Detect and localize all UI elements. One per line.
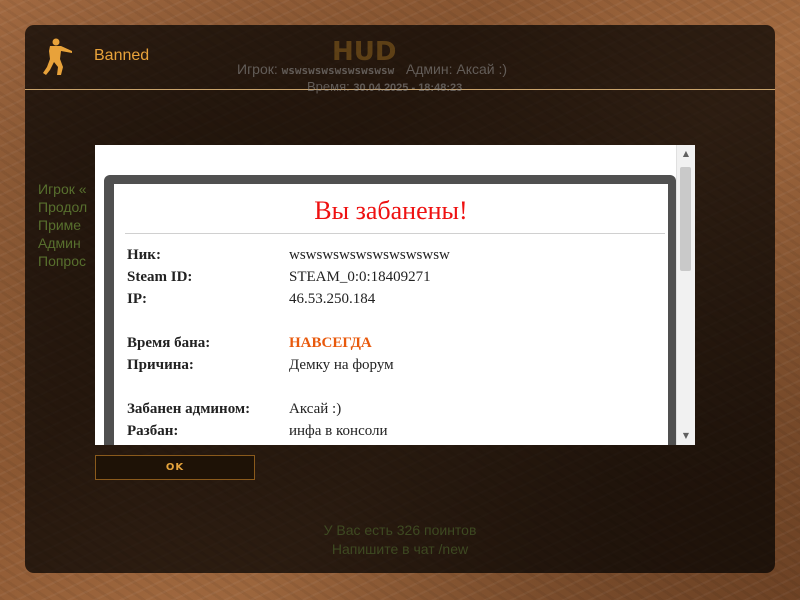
points-line: У Вас есть 326 поинтов: [323, 522, 477, 538]
ok-button[interactable]: OK: [95, 455, 255, 480]
row-label: Причина:: [127, 357, 194, 373]
scroll-thumb[interactable]: [680, 167, 691, 271]
side-line: Продол: [38, 199, 88, 215]
scroll-down-arrow-icon[interactable]: ▼: [677, 427, 695, 445]
admin-value: Аксай :): [456, 61, 508, 77]
row-label: Время бана:: [127, 335, 211, 351]
scroll-up-arrow-icon[interactable]: ▲: [677, 145, 695, 163]
player-label: Игрок:: [237, 61, 278, 77]
row-label: Разбан:: [127, 423, 179, 439]
divider: [125, 233, 665, 234]
row-value: wswswswswswswswswsw: [289, 247, 450, 263]
row-value: Демку на форум: [289, 357, 394, 373]
time-label: Время:: [307, 79, 350, 94]
side-messages: Игрок « Продол Приме Админ Попрос: [38, 180, 87, 270]
window-title: Banned: [94, 47, 150, 64]
time-value: 30.04.2025 - 18:48:23: [353, 82, 463, 94]
row-label: Ник:: [127, 247, 161, 263]
player-info-line: Игрок: wswswswswswswswsw Админ: Аксай :): [237, 61, 507, 77]
row-value: 46.53.250.184: [289, 291, 376, 307]
player-value: wswswswswswswswsw: [281, 64, 395, 77]
admin-label: Админ:: [405, 61, 453, 77]
cs-soldier-icon: [39, 37, 77, 77]
row-value: Аксай :): [289, 401, 342, 417]
row-label: IP:: [127, 291, 147, 307]
side-line: Попрос: [38, 253, 87, 269]
ban-info-frame[interactable]: Вы забанены! Ник: wswswswswswswswswsw St…: [95, 145, 695, 445]
time-info-line: Время: 30.04.2025 - 18:48:23: [307, 79, 462, 94]
vertical-scrollbar[interactable]: ▲ ▼: [676, 145, 695, 445]
row-label: Steam ID:: [127, 269, 193, 285]
side-line: Приме: [38, 217, 82, 233]
ban-heading: Вы забанены!: [314, 196, 468, 225]
ban-card: Вы забанены! Ник: wswswswswswswswswsw St…: [114, 184, 668, 445]
side-line: Админ: [38, 235, 81, 251]
row-label: Забанен админом:: [127, 401, 251, 417]
row-value: инфа в консоли: [289, 423, 388, 439]
chat-hint-line: Напишите в чат /new: [331, 541, 469, 557]
row-value: STEAM_0:0:18409271: [289, 269, 431, 285]
row-value: НАВСЕГДА: [289, 335, 372, 351]
side-line: Игрок «: [38, 181, 87, 197]
